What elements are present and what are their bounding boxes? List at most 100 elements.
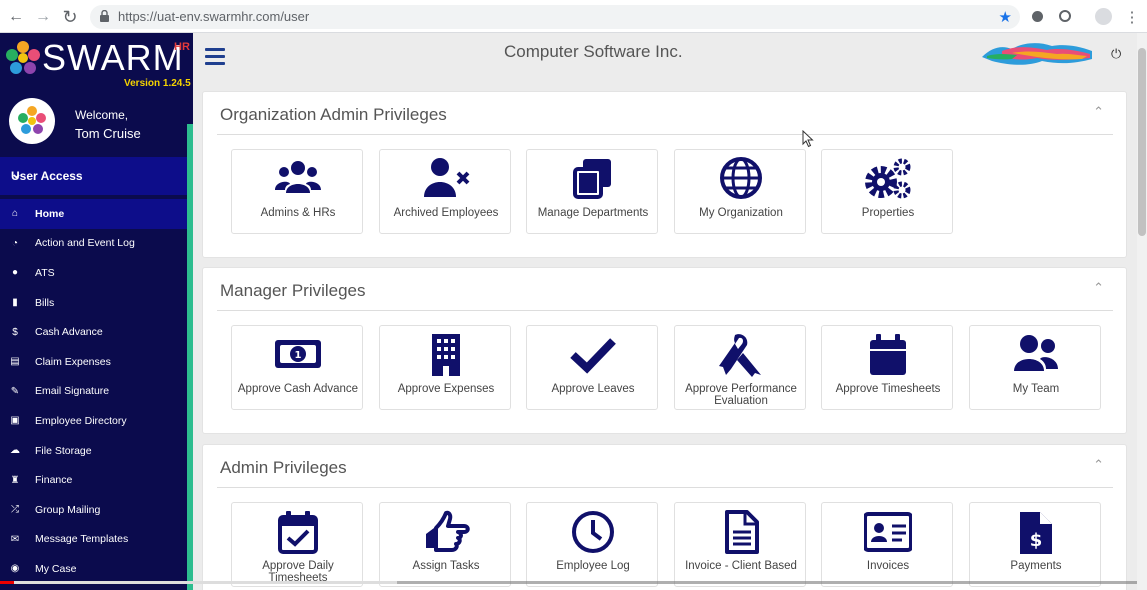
tile-my-organization[interactable]: My Organization (674, 149, 806, 234)
video-progress-played (0, 581, 14, 584)
tile-invoices[interactable]: Invoices (821, 502, 953, 587)
sidebar-item-icon: ♜ (10, 474, 20, 486)
calendar-icon (870, 334, 906, 375)
sidebar-item-file-storage[interactable]: ☁ File Storage (0, 436, 187, 466)
sidebar-item-action-and-event-log[interactable]: ◔ Action and Event Log (0, 229, 187, 259)
tile-approve-expenses[interactable]: Approve Expenses (379, 325, 511, 410)
scrollbar-thumb[interactable] (1138, 48, 1146, 236)
file-alt-icon (725, 510, 759, 554)
tile-label: Approve Cash Advance (237, 383, 359, 395)
top-header: Computer Software Inc. ⏻ (193, 33, 1137, 81)
sidebar-item-icon: ● (11, 267, 19, 279)
tile-label: Employee Log (556, 560, 630, 572)
sidebar-item-icon: ▮ (12, 297, 18, 309)
sidebar-item-message-templates[interactable]: ✉ Message Templates (0, 525, 187, 555)
panel-admin-privileges: Admin Privileges ⌃ Approve Daily Timesheet… (202, 444, 1127, 590)
bookmark-star-icon[interactable]: ★ (999, 8, 1012, 26)
swarm-flower-icon (6, 41, 40, 74)
sidebar-item-claim-expenses[interactable]: ▤ Claim Expenses (0, 347, 187, 377)
tile-label: Admins & HRs (260, 207, 336, 219)
back-arrow-icon[interactable]: ← (6, 7, 26, 27)
chevron-down-icon[interactable]: ⌄ (11, 166, 177, 182)
check-icon (570, 338, 616, 374)
hamburger-menu-icon[interactable] (205, 48, 225, 65)
tile-assign-tasks[interactable]: Assign Tasks (379, 502, 511, 587)
tile-label: Invoice - Client Based (685, 560, 797, 572)
tile-approve-performance-evaluation[interactable]: Approve Performance Evaluation (674, 325, 806, 410)
sidebar-item-finance[interactable]: ♜ Finance (0, 465, 187, 495)
sidebar-item-email-signature[interactable]: ✎ Email Signature (0, 377, 187, 407)
tile-label: Manage Departments (537, 207, 649, 219)
user-name: Tom Cruise (75, 126, 141, 141)
sidebar-item-icon: ◉ (10, 563, 20, 575)
sidebar-item-icon: ⌂ (11, 208, 19, 220)
clock-icon (572, 511, 614, 553)
forward-arrow-icon[interactable]: → (33, 7, 53, 27)
user-friends-icon (1014, 335, 1058, 371)
lock-icon (100, 10, 109, 22)
tile-invoice-client-based[interactable]: Invoice - Client Based (674, 502, 806, 587)
extension-icon-2[interactable] (1059, 10, 1071, 22)
sidebar-item-bills[interactable]: ▮ Bills (0, 288, 187, 318)
browser-menu-icon[interactable]: ⋮ (1122, 7, 1142, 27)
tile-archived-employees[interactable]: Archived Employees (379, 149, 511, 234)
tile-label: Approve Leaves (551, 383, 635, 395)
reload-icon[interactable]: ↻ (60, 7, 80, 27)
tile-label: Archived Employees (393, 207, 499, 219)
panel-manager-privileges: Manager Privileges ⌃ 1 Approve Cash Advance… (202, 267, 1127, 434)
sidebar-item-label: Home (35, 207, 65, 220)
user-access-section[interactable]: User Access ⌄ (0, 157, 187, 195)
panel-title: Organization Admin Privileges (220, 105, 447, 124)
swarm-logo[interactable]: SWARM HR Version 1.24.5 (0, 33, 193, 91)
tile-approve-daily-timesheets[interactable]: Approve Daily Timesheets (231, 502, 363, 587)
sidebar-item-label: Cash Advance (35, 326, 103, 339)
sidebar-item-ats[interactable]: ● ATS (0, 258, 187, 288)
tile-approve-timesheets[interactable]: Approve Timesheets (821, 325, 953, 410)
avatar[interactable] (9, 98, 55, 144)
sidebar-item-employee-directory[interactable]: ▣ Employee Directory (0, 406, 187, 436)
sidebar-item-cash-advance[interactable]: $ Cash Advance (0, 317, 187, 347)
sidebar-item-label: ATS (35, 266, 55, 279)
tile-approve-cash-advance[interactable]: 1 Approve Cash Advance (231, 325, 363, 410)
url-text[interactable]: https://uat-env.swarmhr.com/user (118, 9, 309, 24)
tile-my-team[interactable]: My Team (969, 325, 1101, 410)
tile-payments[interactable]: $ Payments (969, 502, 1101, 587)
tile-label: Approve Performance Evaluation (685, 383, 797, 407)
app-version: Version 1.24.5 (124, 78, 191, 89)
users-icon (275, 161, 321, 193)
tile-label: My Team (1012, 383, 1060, 395)
sidebar-item-home[interactable]: ⌂ Home (0, 199, 187, 229)
extension-icon[interactable] (1032, 11, 1043, 22)
company-logo (982, 43, 1092, 65)
power-icon[interactable]: ⏻ (1111, 46, 1121, 62)
panel-divider (217, 310, 1113, 311)
sidebar: SWARM HR Version 1.24.5 Welcome, Tom Cru… (0, 33, 193, 590)
cogs-icon (865, 158, 911, 199)
tile-properties[interactable]: Properties (821, 149, 953, 234)
tile-label: Assign Tasks (412, 560, 480, 572)
sidebar-item-label: Claim Expenses (35, 355, 111, 368)
chevron-up-icon[interactable]: ⌃ (1093, 457, 1104, 473)
address-bar[interactable]: https://uat-env.swarmhr.com/user ★ (90, 5, 1020, 29)
panel-title: Manager Privileges (220, 281, 366, 300)
tile-approve-leaves[interactable]: Approve Leaves (526, 325, 658, 410)
sidebar-item-icon: ⤮ (11, 504, 19, 516)
tile-label: My Organization (699, 207, 783, 219)
sidebar-item-icon: ✉ (10, 533, 20, 545)
sidebar-item-icon: ▤ (10, 356, 20, 368)
chevron-up-icon[interactable]: ⌃ (1093, 280, 1104, 296)
sidebar-item-group-mailing[interactable]: ⤮ Group Mailing (0, 495, 187, 525)
sidebar-item-icon: $ (12, 326, 18, 338)
welcome-text: Welcome, (75, 108, 129, 122)
sidebar-item-label: Group Mailing (35, 503, 101, 516)
mouse-cursor-icon (802, 130, 814, 148)
tile-manage-departments[interactable]: Manage Departments (526, 149, 658, 234)
tile-label: Approve Expenses (397, 383, 495, 395)
sidebar-item-icon: ☁ (10, 445, 20, 457)
chevron-up-icon[interactable]: ⌃ (1093, 104, 1104, 120)
tile-admins-hrs[interactable]: Admins & HRs (231, 149, 363, 234)
tile-employee-log[interactable]: Employee Log (526, 502, 658, 587)
svg-text:$: $ (1030, 530, 1043, 551)
sidebar-item-my-case[interactable]: ◉ My Case (0, 554, 187, 584)
profile-avatar-icon[interactable] (1095, 8, 1112, 25)
